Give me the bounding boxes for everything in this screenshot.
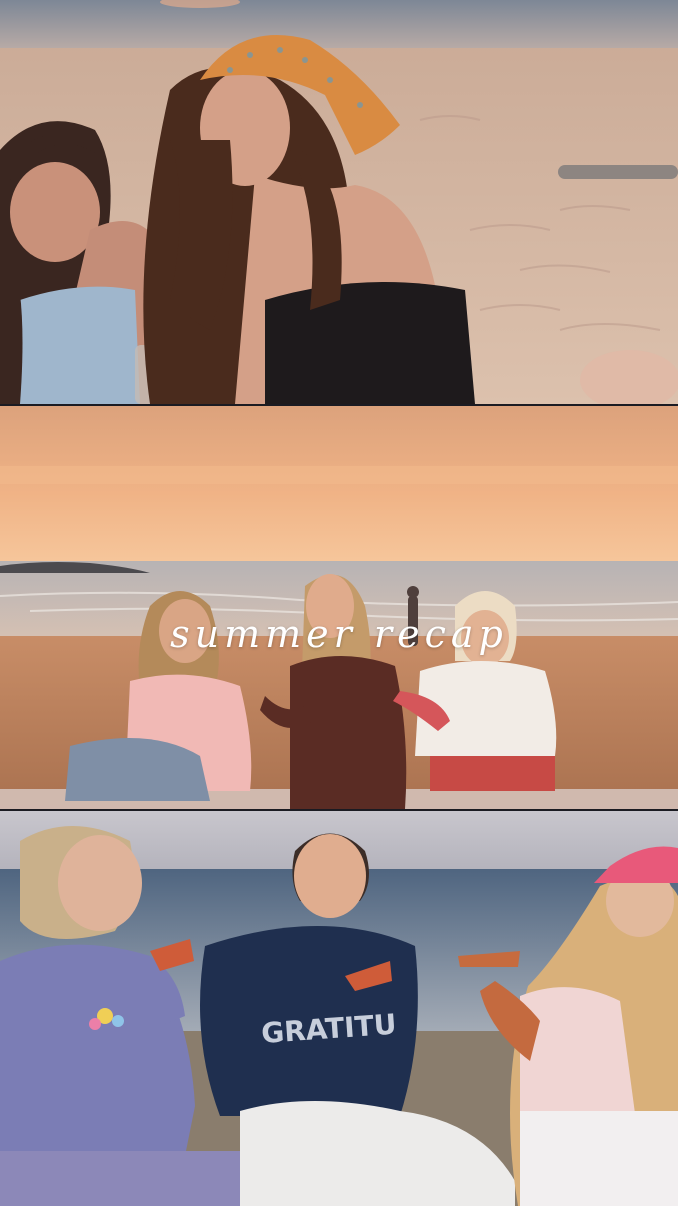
driftwood	[558, 165, 678, 179]
photo-panel-middle	[0, 406, 678, 809]
ocean-strip	[0, 0, 678, 48]
photo-panel-top	[0, 0, 678, 404]
pizza-beach-photo: GRATITU	[0, 811, 678, 1206]
sunset-sky	[0, 406, 678, 566]
sunset-picnic-photo	[0, 406, 678, 809]
photo-panel-bottom: GRATITU	[0, 811, 678, 1206]
beach-friends-photo	[0, 0, 678, 404]
story-title-overlay: summer recap	[170, 612, 508, 656]
